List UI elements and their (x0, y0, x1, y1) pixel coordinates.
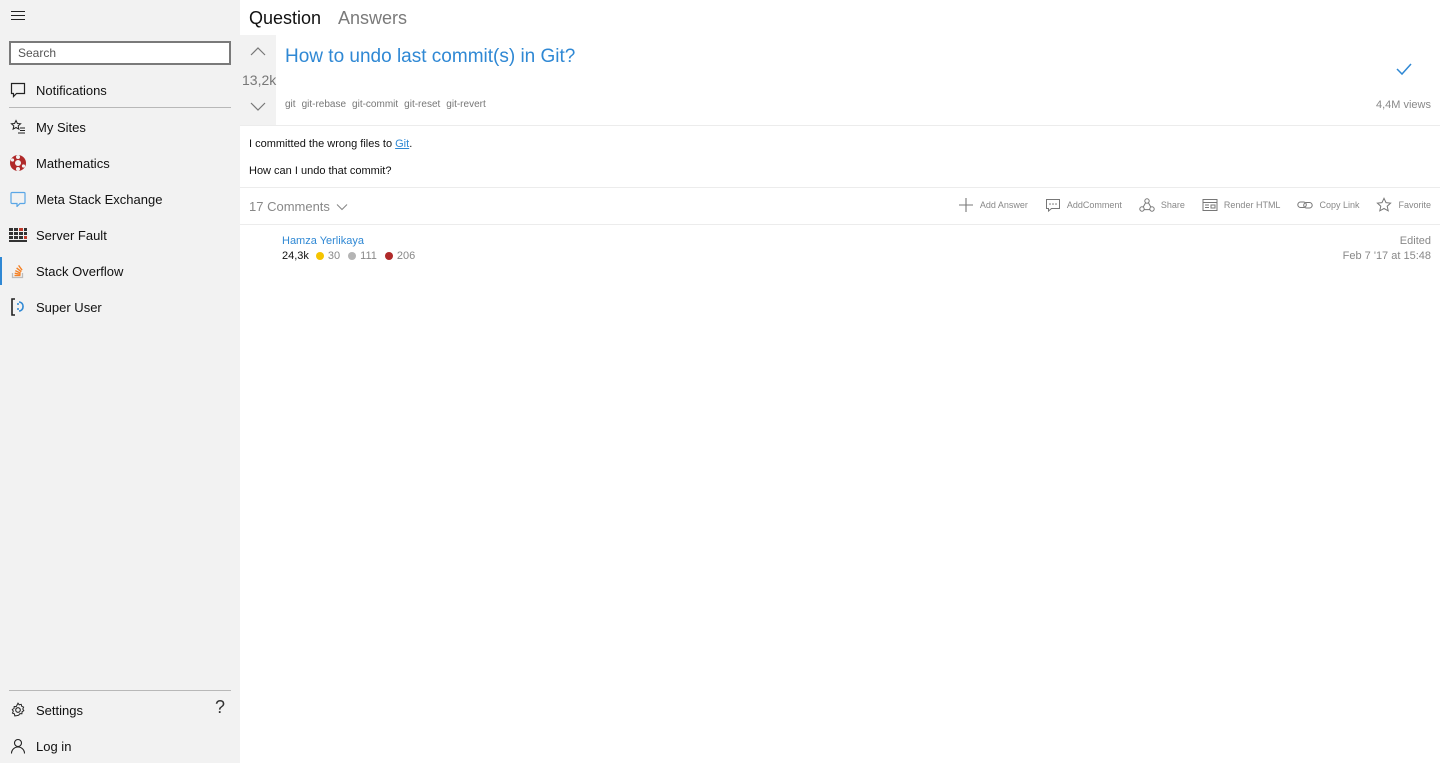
question-score: 13,2k (242, 72, 277, 88)
author-name[interactable]: Hamza Yerlikaya (282, 235, 364, 247)
chevron-down-icon (336, 199, 348, 214)
sidebar-item-label: My Sites (36, 119, 86, 135)
gold-badge-count: 30 (327, 250, 341, 262)
divider (240, 125, 1440, 126)
sidebar-item-my-sites[interactable]: My Sites (0, 109, 240, 145)
main-content: Question Answers 13,2k How to undo last … (240, 0, 1440, 763)
sidebar-item-notifications[interactable]: Notifications (0, 72, 240, 108)
vote-column: 13,2k (240, 35, 276, 125)
star-list-icon (9, 118, 27, 136)
divider (240, 224, 1440, 225)
comment-icon (1045, 199, 1060, 213)
hamburger-menu-icon[interactable] (11, 11, 25, 23)
login-label: Log in (36, 738, 72, 754)
plus-icon (958, 198, 973, 212)
settings-label: Settings (36, 702, 83, 718)
action-bar: Add Answer AddComment Share Render HTML … (958, 197, 1431, 213)
body-text: I committed the wrong files to (249, 138, 396, 150)
action-label: AddComment (1066, 200, 1122, 210)
user-icon (9, 737, 27, 755)
author-reputation: 24,3k 30 111 206 (282, 250, 419, 262)
action-label: Copy Link (1319, 200, 1360, 210)
tag-git-revert[interactable]: git-revert (446, 99, 485, 110)
sidebar-item-label: Stack Overflow (36, 263, 124, 279)
sidebar-item-stack-overflow[interactable]: Stack Overflow (0, 253, 240, 289)
login-button[interactable]: Log in (0, 728, 240, 764)
gear-icon (9, 701, 27, 719)
sidebar-item-super-user[interactable]: Super User (0, 289, 240, 325)
comments-toggle[interactable]: 17 Comments (249, 199, 348, 214)
tag-git-reset[interactable]: git-reset (404, 99, 440, 110)
super-user-logo-icon (9, 298, 27, 316)
sidebar-item-server-fault[interactable]: Server Fault (0, 217, 240, 253)
meta-stack-exchange-logo-icon (9, 190, 27, 208)
view-count: 4,4M views (1375, 99, 1431, 111)
mathematics-logo-icon (9, 154, 27, 172)
link-icon (1297, 201, 1314, 209)
git-link[interactable]: Git (395, 138, 409, 150)
action-label: Share (1160, 200, 1185, 210)
downvote-icon[interactable] (249, 99, 267, 113)
add-comment-button[interactable]: AddComment (1045, 197, 1122, 213)
action-label: Render HTML (1223, 200, 1281, 210)
sidebar-item-label: Meta Stack Exchange (36, 191, 163, 207)
reputation-score: 24,3k (282, 250, 309, 262)
render-html-icon (1202, 199, 1218, 211)
stack-overflow-logo-icon (9, 262, 27, 280)
sidebar-item-label: Super User (36, 299, 102, 315)
tab-question[interactable]: Question (249, 8, 321, 29)
share-button[interactable]: Share (1139, 197, 1185, 213)
tab-answers[interactable]: Answers (338, 8, 407, 29)
question-body-paragraph: I committed the wrong files to Git. (249, 138, 412, 150)
favorite-button[interactable]: Favorite (1376, 197, 1431, 213)
action-label: Add Answer (979, 200, 1028, 210)
sidebar-item-label: Server Fault (36, 227, 107, 243)
edited-label: Edited (1399, 235, 1431, 247)
tag-git-commit[interactable]: git-commit (352, 99, 398, 110)
notification-icon (9, 81, 27, 99)
bronze-badge-count: 206 (396, 250, 416, 262)
bronze-badge-icon (384, 252, 393, 260)
sidebar: Notifications My Sites Mathematics Meta … (0, 0, 240, 763)
accepted-checkmark-icon (1395, 60, 1413, 78)
question-title[interactable]: How to undo last commit(s) in Git? (285, 46, 575, 68)
silver-badge-icon (348, 252, 357, 260)
tag-list: git git-rebase git-commit git-reset git-… (285, 99, 486, 110)
body-text: . (409, 138, 413, 150)
question-body-paragraph: How can I undo that commit? (249, 165, 392, 177)
upvote-icon[interactable] (249, 45, 267, 59)
tag-git[interactable]: git (285, 99, 296, 110)
share-icon (1139, 198, 1155, 212)
help-button[interactable]: ? (215, 697, 225, 718)
divider (240, 187, 1440, 188)
add-answer-button[interactable]: Add Answer (958, 197, 1028, 213)
silver-badge-count: 111 (360, 250, 377, 262)
sidebar-divider (9, 107, 231, 108)
search-input[interactable] (9, 41, 231, 65)
sidebar-item-mathematics[interactable]: Mathematics (0, 145, 240, 181)
server-fault-logo-icon (9, 226, 27, 244)
sidebar-item-label: Mathematics (36, 155, 110, 171)
sidebar-item-meta-stack-exchange[interactable]: Meta Stack Exchange (0, 181, 240, 217)
action-label: Favorite (1398, 200, 1431, 210)
copy-link-button[interactable]: Copy Link (1297, 197, 1359, 213)
settings-button[interactable]: Settings (0, 692, 240, 728)
star-icon (1376, 197, 1393, 212)
comments-count: 17 Comments (249, 199, 330, 214)
sidebar-divider (9, 690, 231, 691)
sidebar-item-label: Notifications (36, 82, 107, 98)
edited-timestamp: Feb 7 '17 at 15:48 (1342, 250, 1431, 262)
render-html-button[interactable]: Render HTML (1202, 197, 1281, 213)
tag-git-rebase[interactable]: git-rebase (302, 99, 346, 110)
gold-badge-icon (315, 252, 324, 260)
